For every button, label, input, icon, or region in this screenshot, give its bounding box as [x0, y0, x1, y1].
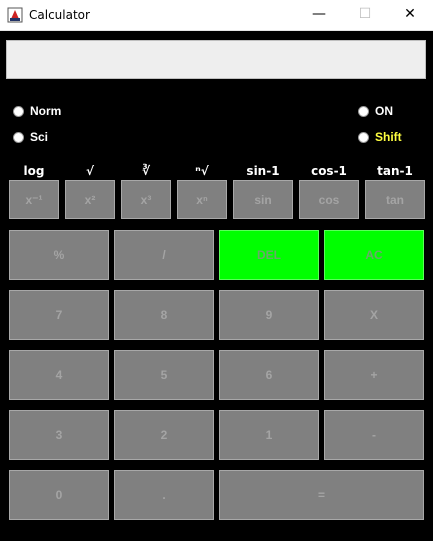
display-field[interactable]: [6, 40, 426, 79]
radio-dot-icon: [13, 131, 24, 143]
sci-label: Sci: [30, 130, 49, 144]
digit-7-button[interactable]: 7: [9, 290, 109, 340]
digit-3-button[interactable]: 3: [9, 410, 109, 460]
minimize-button[interactable]: —: [296, 0, 342, 30]
norm-radio[interactable]: Norm: [13, 103, 61, 119]
power-button[interactable]: xⁿ: [177, 180, 227, 219]
java-app-icon: [7, 7, 23, 23]
radio-dot-icon: [358, 131, 369, 143]
digit-4-button[interactable]: 4: [9, 350, 109, 400]
digit-8-button[interactable]: 8: [114, 290, 214, 340]
digit-5-button[interactable]: 5: [114, 350, 214, 400]
digit-2-button[interactable]: 2: [114, 410, 214, 460]
window-title: Calculator: [29, 8, 90, 22]
sin-button[interactable]: sin: [233, 180, 293, 219]
sci-radio[interactable]: Sci: [13, 129, 48, 145]
fn-label-asin: sin-1: [246, 164, 280, 178]
digit-6-button[interactable]: 6: [219, 350, 319, 400]
close-button[interactable]: ✕: [387, 0, 433, 30]
all-clear-button[interactable]: AC: [324, 230, 424, 280]
fn-label-log: log: [23, 164, 45, 178]
divide-button[interactable]: /: [114, 230, 214, 280]
decimal-point-button[interactable]: .: [114, 470, 214, 520]
fn-label-cbrt: ∛: [141, 164, 150, 178]
radio-dot-icon: [13, 105, 24, 117]
square-button[interactable]: x²: [65, 180, 115, 219]
fn-label-nroot: ⁿ√: [195, 164, 209, 178]
on-radio[interactable]: ON: [358, 103, 393, 119]
radio-dot-icon: [358, 105, 369, 117]
delete-button[interactable]: DEL: [219, 230, 319, 280]
norm-label: Norm: [30, 104, 62, 118]
minus-button[interactable]: -: [324, 410, 424, 460]
percent-button[interactable]: %: [9, 230, 109, 280]
title-bar: Calculator — ☐ ✕: [0, 0, 433, 31]
shift-radio[interactable]: Shift: [358, 129, 402, 145]
digit-1-button[interactable]: 1: [219, 410, 319, 460]
multiply-button[interactable]: X: [324, 290, 424, 340]
tan-button[interactable]: tan: [365, 180, 425, 219]
digit-0-button[interactable]: 0: [9, 470, 109, 520]
cube-button[interactable]: x³: [121, 180, 171, 219]
equals-button[interactable]: =: [219, 470, 424, 520]
fn-label-acos: cos-1: [311, 164, 347, 178]
maximize-button[interactable]: ☐: [342, 0, 388, 30]
on-label: ON: [375, 104, 393, 118]
reciprocal-button[interactable]: x⁻¹: [9, 180, 59, 219]
fn-label-atan: tan-1: [377, 164, 413, 178]
shift-label: Shift: [375, 130, 402, 144]
fn-label-sqrt: √: [85, 164, 94, 178]
cos-button[interactable]: cos: [299, 180, 359, 219]
digit-9-button[interactable]: 9: [219, 290, 319, 340]
plus-button[interactable]: +: [324, 350, 424, 400]
